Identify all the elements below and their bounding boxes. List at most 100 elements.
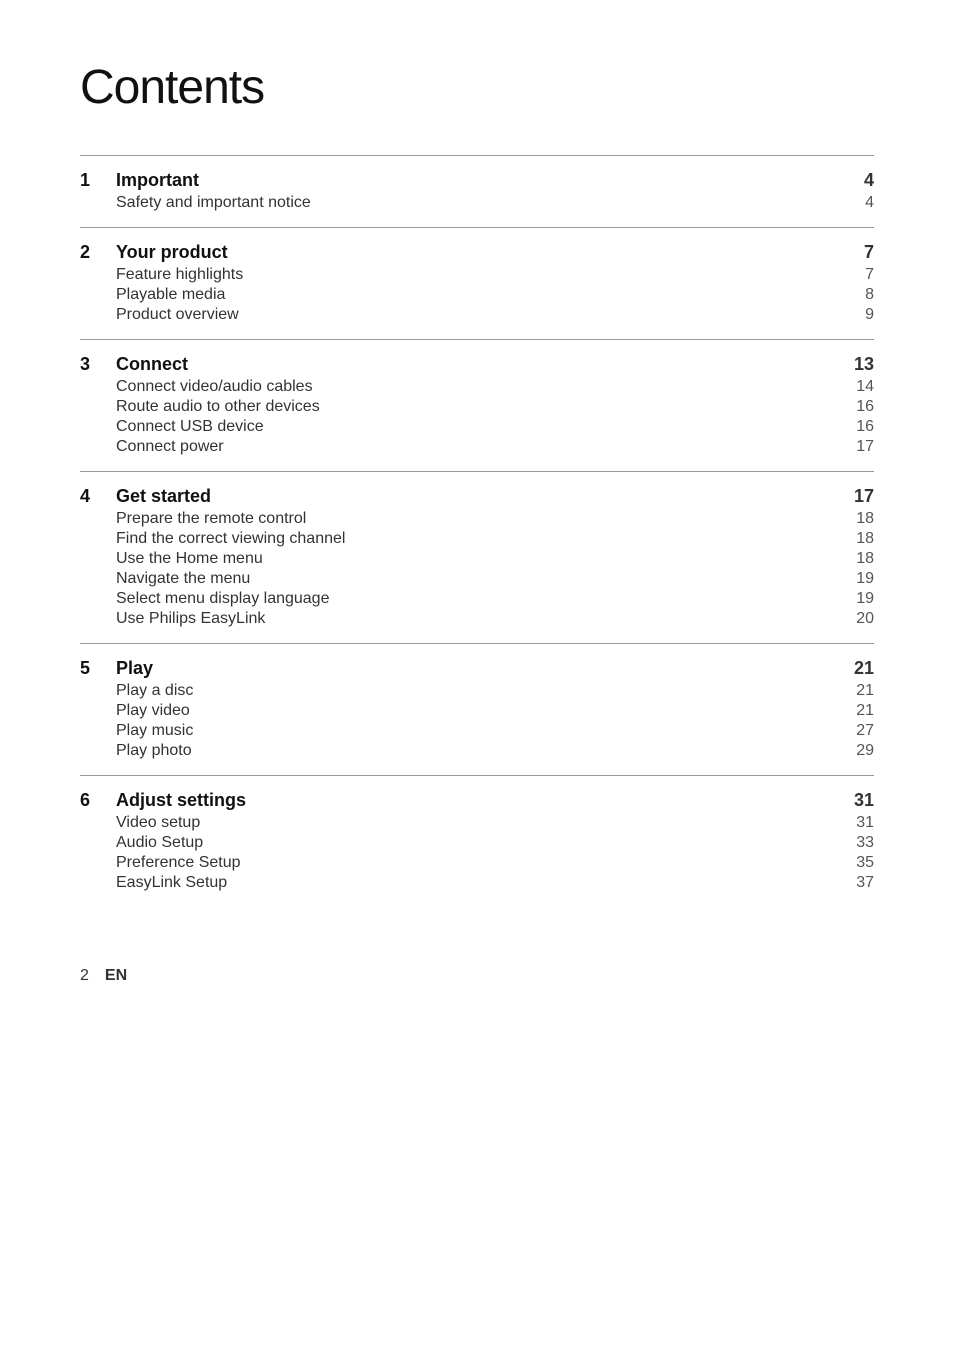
sub-item-title: Route audio to other devices xyxy=(116,398,846,416)
toc-sub-row: Product overview9 xyxy=(80,305,874,325)
toc-sub-row: Route audio to other devices16 xyxy=(80,397,874,417)
sub-item-page-number: 19 xyxy=(846,570,874,588)
sub-item-page-number: 18 xyxy=(846,510,874,528)
section-heading-row: 2Your product7 xyxy=(80,228,874,265)
toc-sub-row: Select menu display language19 xyxy=(80,589,874,609)
sub-item-page-number: 4 xyxy=(846,194,874,212)
toc-sub-row: Video setup31 xyxy=(80,813,874,833)
toc-section-3: 4Get started17Prepare the remote control… xyxy=(80,472,874,643)
sub-item-title: Navigate the menu xyxy=(116,570,846,588)
section-title: Your product xyxy=(116,242,846,263)
sub-item-page-number: 31 xyxy=(846,814,874,832)
toc-sub-row: Play photo29 xyxy=(80,741,874,761)
section-page-number: 13 xyxy=(846,354,874,375)
sub-item-title: EasyLink Setup xyxy=(116,874,846,892)
sub-item-page-number: 9 xyxy=(846,306,874,324)
toc-sub-row: Play video21 xyxy=(80,701,874,721)
toc-sub-row: Navigate the menu19 xyxy=(80,569,874,589)
sub-item-title: Playable media xyxy=(116,286,846,304)
toc-section-1: 2Your product7Feature highlights7Playabl… xyxy=(80,228,874,339)
sub-item-title: Connect video/audio cables xyxy=(116,378,846,396)
sub-item-page-number: 14 xyxy=(846,378,874,396)
sub-item-page-number: 33 xyxy=(846,834,874,852)
section-number: 2 xyxy=(80,242,116,263)
section-heading-row: 5Play21 xyxy=(80,644,874,681)
toc-sub-row: Connect power17 xyxy=(80,437,874,457)
section-number: 6 xyxy=(80,790,116,811)
toc-sub-row: EasyLink Setup37 xyxy=(80,873,874,893)
sub-item-title: Use Philips EasyLink xyxy=(116,610,846,628)
sub-item-title: Select menu display language xyxy=(116,590,846,608)
section-page-number: 4 xyxy=(846,170,874,191)
section-title: Adjust settings xyxy=(116,790,846,811)
toc-sub-row: Feature highlights7 xyxy=(80,265,874,285)
sub-item-page-number: 20 xyxy=(846,610,874,628)
sub-item-page-number: 27 xyxy=(846,722,874,740)
sub-item-title: Connect USB device xyxy=(116,418,846,436)
sub-item-title: Video setup xyxy=(116,814,846,832)
sub-item-title: Preference Setup xyxy=(116,854,846,872)
section-title: Connect xyxy=(116,354,846,375)
section-number: 1 xyxy=(80,170,116,191)
section-title: Get started xyxy=(116,486,846,507)
footer-page-number: 2 xyxy=(80,967,89,985)
sub-item-page-number: 21 xyxy=(846,702,874,720)
sub-item-title: Feature highlights xyxy=(116,266,846,284)
section-heading-row: 3Connect13 xyxy=(80,340,874,377)
sub-item-title: Connect power xyxy=(116,438,846,456)
sub-item-page-number: 35 xyxy=(846,854,874,872)
section-heading-row: 6Adjust settings31 xyxy=(80,776,874,813)
toc-sub-row: Prepare the remote control18 xyxy=(80,509,874,529)
section-page-number: 21 xyxy=(846,658,874,679)
sub-item-title: Product overview xyxy=(116,306,846,324)
sub-item-page-number: 8 xyxy=(846,286,874,304)
toc-sub-row: Use Philips EasyLink20 xyxy=(80,609,874,629)
toc-container: 1Important4Safety and important notice42… xyxy=(80,155,874,907)
footer: 2 EN xyxy=(80,967,874,985)
sub-item-page-number: 16 xyxy=(846,418,874,436)
section-number: 3 xyxy=(80,354,116,375)
sub-item-page-number: 21 xyxy=(846,682,874,700)
toc-sub-row: Play music27 xyxy=(80,721,874,741)
sub-item-title: Find the correct viewing channel xyxy=(116,530,846,548)
toc-sub-row: Find the correct viewing channel18 xyxy=(80,529,874,549)
section-number: 5 xyxy=(80,658,116,679)
page-title: Contents xyxy=(80,60,874,115)
sub-item-page-number: 17 xyxy=(846,438,874,456)
toc-sub-row: Use the Home menu18 xyxy=(80,549,874,569)
sub-item-page-number: 29 xyxy=(846,742,874,760)
toc-section-2: 3Connect13Connect video/audio cables14Ro… xyxy=(80,340,874,471)
section-page-number: 31 xyxy=(846,790,874,811)
sub-item-title: Prepare the remote control xyxy=(116,510,846,528)
toc-sub-row: Connect video/audio cables14 xyxy=(80,377,874,397)
sub-item-page-number: 18 xyxy=(846,530,874,548)
toc-section-0: 1Important4Safety and important notice4 xyxy=(80,156,874,227)
toc-section-4: 5Play21Play a disc21Play video21Play mus… xyxy=(80,644,874,775)
sub-item-title: Play a disc xyxy=(116,682,846,700)
footer-language: EN xyxy=(105,967,127,985)
section-page-number: 7 xyxy=(846,242,874,263)
section-heading-row: 4Get started17 xyxy=(80,472,874,509)
sub-item-page-number: 18 xyxy=(846,550,874,568)
toc-sub-row: Connect USB device16 xyxy=(80,417,874,437)
sub-item-page-number: 7 xyxy=(846,266,874,284)
sub-item-page-number: 37 xyxy=(846,874,874,892)
sub-item-page-number: 16 xyxy=(846,398,874,416)
toc-sub-row: Play a disc21 xyxy=(80,681,874,701)
section-title: Important xyxy=(116,170,846,191)
section-title: Play xyxy=(116,658,846,679)
toc-sub-row: Safety and important notice4 xyxy=(80,193,874,213)
sub-item-title: Safety and important notice xyxy=(116,194,846,212)
sub-item-title: Play video xyxy=(116,702,846,720)
section-number: 4 xyxy=(80,486,116,507)
section-page-number: 17 xyxy=(846,486,874,507)
sub-item-title: Audio Setup xyxy=(116,834,846,852)
toc-sub-row: Preference Setup35 xyxy=(80,853,874,873)
toc-sub-row: Playable media8 xyxy=(80,285,874,305)
sub-item-title: Use the Home menu xyxy=(116,550,846,568)
sub-item-title: Play photo xyxy=(116,742,846,760)
section-heading-row: 1Important4 xyxy=(80,156,874,193)
sub-item-page-number: 19 xyxy=(846,590,874,608)
sub-item-title: Play music xyxy=(116,722,846,740)
toc-section-5: 6Adjust settings31Video setup31Audio Set… xyxy=(80,776,874,907)
